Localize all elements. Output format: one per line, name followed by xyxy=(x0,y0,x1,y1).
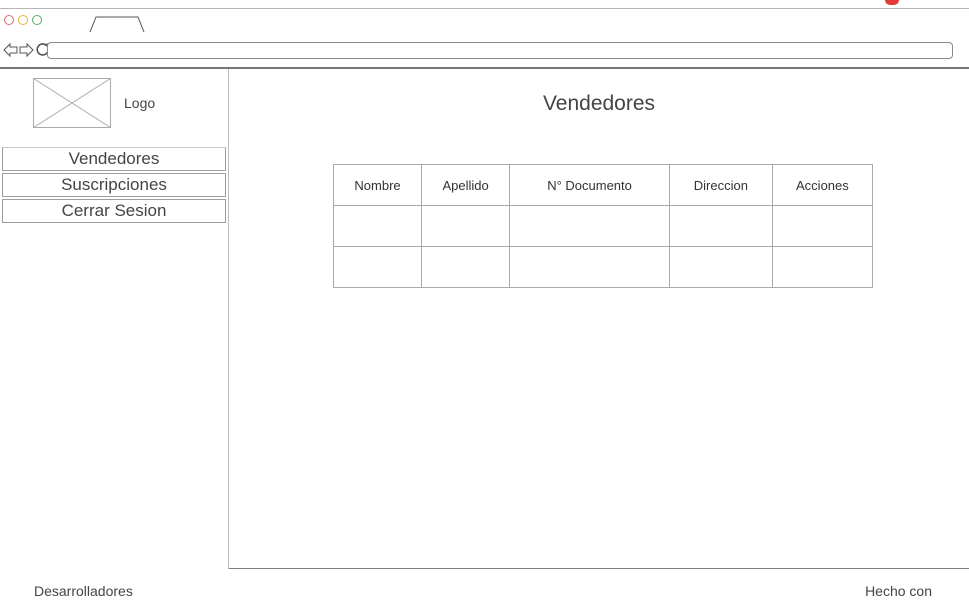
table-cell xyxy=(332,205,423,247)
table-cell xyxy=(421,205,511,247)
content-divider xyxy=(229,568,969,569)
sidebar-item-vendedores[interactable]: Vendedores xyxy=(2,147,226,171)
table-cell xyxy=(332,246,423,288)
table-cell xyxy=(509,246,670,288)
maximize-window-icon[interactable] xyxy=(32,15,42,25)
table-cell xyxy=(668,246,773,288)
forward-arrow-icon[interactable] xyxy=(19,42,34,58)
table-cell xyxy=(771,205,874,247)
column-header-acciones: Acciones xyxy=(771,164,874,206)
minimize-window-icon[interactable] xyxy=(18,15,28,25)
column-header-apellido: Apellido xyxy=(421,164,511,206)
table-row[interactable] xyxy=(332,205,874,247)
logo-label: Logo xyxy=(124,95,156,111)
column-header-direccion: Direccion xyxy=(668,164,773,206)
table-cell xyxy=(668,205,773,247)
address-bar xyxy=(0,33,969,69)
close-window-icon[interactable] xyxy=(4,15,14,25)
table-cell xyxy=(771,246,874,288)
table-cell xyxy=(509,205,670,247)
sidebar-item-suscripciones[interactable]: Suscripciones xyxy=(2,173,226,197)
column-header-documento: N° Documento xyxy=(509,164,670,206)
logo-image-placeholder-icon xyxy=(33,78,111,128)
notification-mark xyxy=(885,0,899,5)
footer-made-with: Hecho con xyxy=(865,583,932,599)
back-arrow-icon[interactable] xyxy=(3,42,18,58)
sidebar: Logo Vendedores Suscripciones Cerrar Ses… xyxy=(0,69,229,569)
table-header-row: Nombre Apellido N° Documento Direccion A… xyxy=(332,164,874,206)
title-bar xyxy=(0,8,969,34)
page-title: Vendedores xyxy=(542,92,656,115)
footer-developers-link[interactable]: Desarrolladores xyxy=(34,583,133,599)
browser-tab[interactable] xyxy=(89,16,145,32)
table-cell xyxy=(421,246,511,288)
column-header-nombre: Nombre xyxy=(332,164,423,206)
table-row[interactable] xyxy=(332,246,874,288)
browser-window: Logo Vendedores Suscripciones Cerrar Ses… xyxy=(0,0,969,606)
sidebar-item-cerrar-sesion[interactable]: Cerrar Sesion xyxy=(2,199,226,223)
url-input[interactable] xyxy=(47,42,953,59)
vendedores-table: Nombre Apellido N° Documento Direccion A… xyxy=(332,164,874,288)
